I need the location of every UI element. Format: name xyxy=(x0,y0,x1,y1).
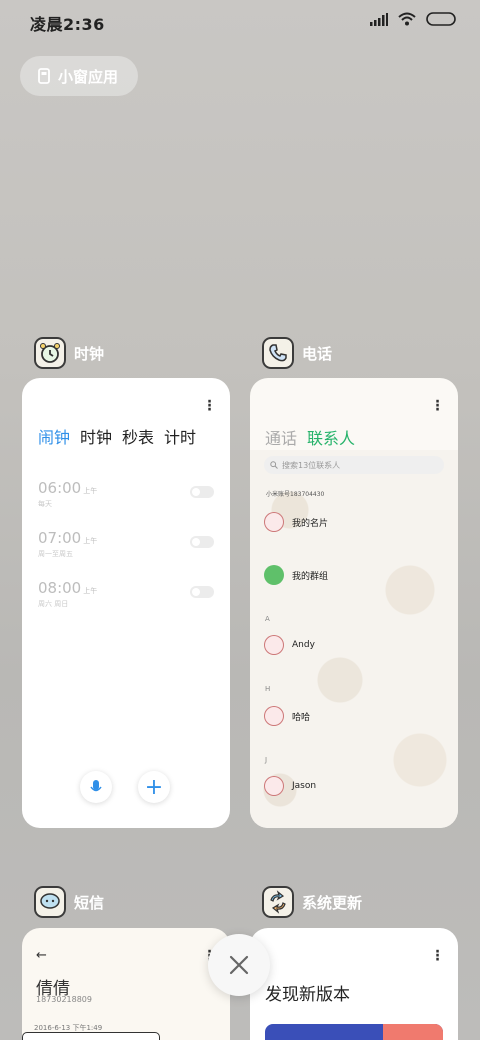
sms-app-card[interactable]: ← ··· 倩倩 18730218809 2016-6-13 下午1:49 xyxy=(22,928,230,1040)
section-header: A xyxy=(265,615,270,623)
status-icons xyxy=(370,12,456,26)
back-arrow-icon[interactable]: ← xyxy=(36,948,47,963)
clock-app-title: 时钟 xyxy=(74,344,105,363)
contact-name: Andy xyxy=(292,640,315,650)
contact-name: Jason xyxy=(292,781,317,791)
clock-tabs: 闹钟 时钟 秒表 计时 xyxy=(38,424,196,448)
avatar xyxy=(264,776,284,796)
alarm-ampm: 上午 xyxy=(83,537,98,545)
more-options-icon[interactable]: ··· xyxy=(206,395,212,417)
tab-contacts[interactable]: 联系人 xyxy=(307,425,355,449)
alarm-repeat: 周六 周日 xyxy=(38,600,69,608)
signal-icon xyxy=(370,12,388,26)
contact-row[interactable]: Andy xyxy=(264,635,315,655)
tab-stopwatch[interactable]: 秒表 xyxy=(122,424,154,448)
contact-row[interactable]: 哈哈 xyxy=(264,706,310,726)
contact-name: 哈哈 xyxy=(292,712,311,723)
phone-app-header[interactable]: 电话 xyxy=(262,337,332,369)
alarm-ampm: 上午 xyxy=(83,587,98,595)
status-time: 凌晨2:36 xyxy=(30,15,105,34)
small-window-icon xyxy=(38,68,50,84)
contact-row[interactable]: 我的群组 xyxy=(264,565,328,585)
sms-app-header[interactable]: 短信 xyxy=(34,886,104,918)
clock-app-card[interactable]: · · · 闹钟 时钟 秒表 计时 06:00 上午 每天 07:00 上午 周一至周五… xyxy=(22,378,230,828)
avatar xyxy=(264,512,284,532)
section-header: J xyxy=(265,756,268,764)
contact-name: 我的群组 xyxy=(292,571,329,582)
search-icon xyxy=(270,461,278,469)
alarm-time: 07:00 xyxy=(38,529,82,547)
update-app-title: 系统更新 xyxy=(302,893,363,912)
tab-clock[interactable]: 时钟 xyxy=(80,424,112,448)
phone-app-icon xyxy=(262,337,294,369)
tab-calls[interactable]: 通话 xyxy=(265,425,297,449)
add-alarm-button[interactable]: + xyxy=(138,771,170,803)
alarm-repeat: 每天 xyxy=(38,500,52,508)
contact-number: 18730218809 xyxy=(36,995,92,1004)
status-bar: 凌晨2:36 xyxy=(0,0,480,42)
system-update-app-icon xyxy=(262,886,294,918)
account-label: 小米账号183704430 xyxy=(266,491,325,498)
section-header: H xyxy=(265,685,271,693)
more-options-icon[interactable]: ··· xyxy=(434,395,440,417)
update-app-card[interactable]: · · · 发现新版本 xyxy=(250,928,458,1040)
contact-row[interactable]: Jason xyxy=(264,776,316,796)
update-headline: 发现新版本 xyxy=(265,985,350,1005)
tab-alarm[interactable]: 闹钟 xyxy=(38,424,70,448)
alarm-repeat: 周一至周五 xyxy=(38,550,73,558)
plus-icon: + xyxy=(144,774,164,800)
group-icon xyxy=(264,565,284,585)
wifi-icon xyxy=(398,12,416,26)
tab-timer[interactable]: 计时 xyxy=(164,424,196,448)
avatar xyxy=(264,635,284,655)
battery-icon xyxy=(426,12,456,26)
small-window-apps-button[interactable]: 小窗应用 xyxy=(20,56,138,96)
clear-all-button[interactable] xyxy=(208,934,270,996)
update-banner xyxy=(265,1024,443,1040)
close-icon xyxy=(229,955,249,975)
alarm-toggle[interactable] xyxy=(190,586,214,598)
phone-tabs: 通话 联系人 xyxy=(265,425,355,449)
contact-name: 我的名片 xyxy=(292,518,329,529)
avatar xyxy=(264,706,284,726)
message-bubble xyxy=(22,1032,160,1040)
more-options-icon[interactable]: ··· xyxy=(434,945,440,967)
alarm-ampm: 上午 xyxy=(83,487,98,495)
alarm-time: 06:00 xyxy=(38,479,82,497)
alarm-toggle[interactable] xyxy=(190,486,214,498)
contact-search-input[interactable]: 搜索13位联系人 xyxy=(264,456,444,474)
phone-app-title: 电话 xyxy=(302,344,333,363)
voice-button[interactable] xyxy=(80,771,112,803)
clock-app-header[interactable]: 时钟 xyxy=(34,337,104,369)
contact-row[interactable]: 我的名片 xyxy=(264,512,328,532)
alarm-time: 08:00 xyxy=(38,579,82,597)
messages-app-icon xyxy=(34,886,66,918)
clock-app-icon xyxy=(34,337,66,369)
sms-app-title: 短信 xyxy=(74,893,105,912)
update-app-header[interactable]: 系统更新 xyxy=(262,886,362,918)
search-placeholder: 搜索13位联系人 xyxy=(282,460,341,470)
phone-app-card[interactable]: · · · 通话 联系人 搜索13位联系人 小米账号183704430 我的名片 我… xyxy=(250,378,458,828)
small-window-label: 小窗应用 xyxy=(58,67,119,86)
microphone-icon xyxy=(90,780,102,792)
alarm-toggle[interactable] xyxy=(190,536,214,548)
